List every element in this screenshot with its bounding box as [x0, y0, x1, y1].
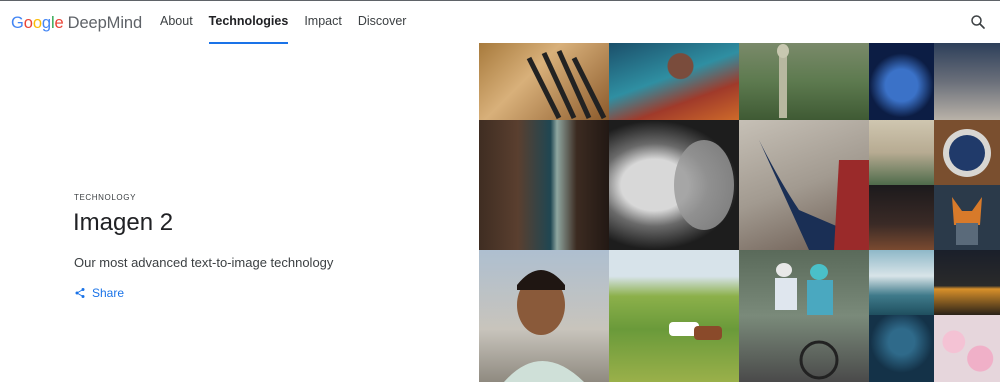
tile-cyclists — [739, 250, 869, 382]
tile-alley — [479, 120, 609, 250]
tile-cherry-blossoms — [934, 315, 1000, 382]
tile-horses-hills — [609, 250, 739, 382]
tile-young-man — [479, 250, 609, 382]
tile-blueberries — [934, 120, 1000, 185]
tile-city-hand — [739, 120, 869, 250]
tile-fox-knight — [934, 185, 1000, 250]
tile-green-room — [869, 120, 934, 185]
logo-product-name: DeepMind — [67, 14, 143, 32]
tile-elderly-couple — [609, 120, 739, 250]
nav-item-impact[interactable]: Impact — [304, 1, 342, 44]
nav-item-technologies[interactable]: Technologies — [208, 1, 288, 44]
tile-portrait-blue — [609, 43, 739, 120]
share-button[interactable]: Share — [74, 286, 124, 300]
page-subtitle: Our most advanced text-to-image technolo… — [74, 255, 334, 270]
search-icon[interactable] — [969, 13, 987, 31]
tile-flowers-vase — [869, 315, 934, 382]
tile-night-house — [934, 250, 1000, 315]
tile-zebra — [479, 43, 609, 120]
tile-marsh-figure — [739, 43, 869, 120]
share-icon — [75, 288, 85, 298]
main-nav: About Technologies Impact Discover — [160, 1, 422, 44]
nav-item-discover[interactable]: Discover — [358, 1, 407, 44]
tile-globes — [869, 43, 934, 120]
nav-item-about[interactable]: About — [160, 1, 193, 44]
tile-city-street — [934, 43, 1000, 120]
google-deepmind-logo[interactable]: Google DeepMind — [11, 12, 142, 34]
image-gallery — [479, 43, 1000, 382]
eyebrow-label: TECHNOLOGY — [74, 193, 137, 202]
tile-dark-street — [869, 185, 934, 250]
top-navigation-bar: Google DeepMind About Technologies Impact… — [0, 0, 1000, 44]
tile-sea-clouds — [869, 250, 934, 315]
page-title: Imagen 2 — [73, 209, 174, 236]
share-label: Share — [92, 286, 125, 300]
